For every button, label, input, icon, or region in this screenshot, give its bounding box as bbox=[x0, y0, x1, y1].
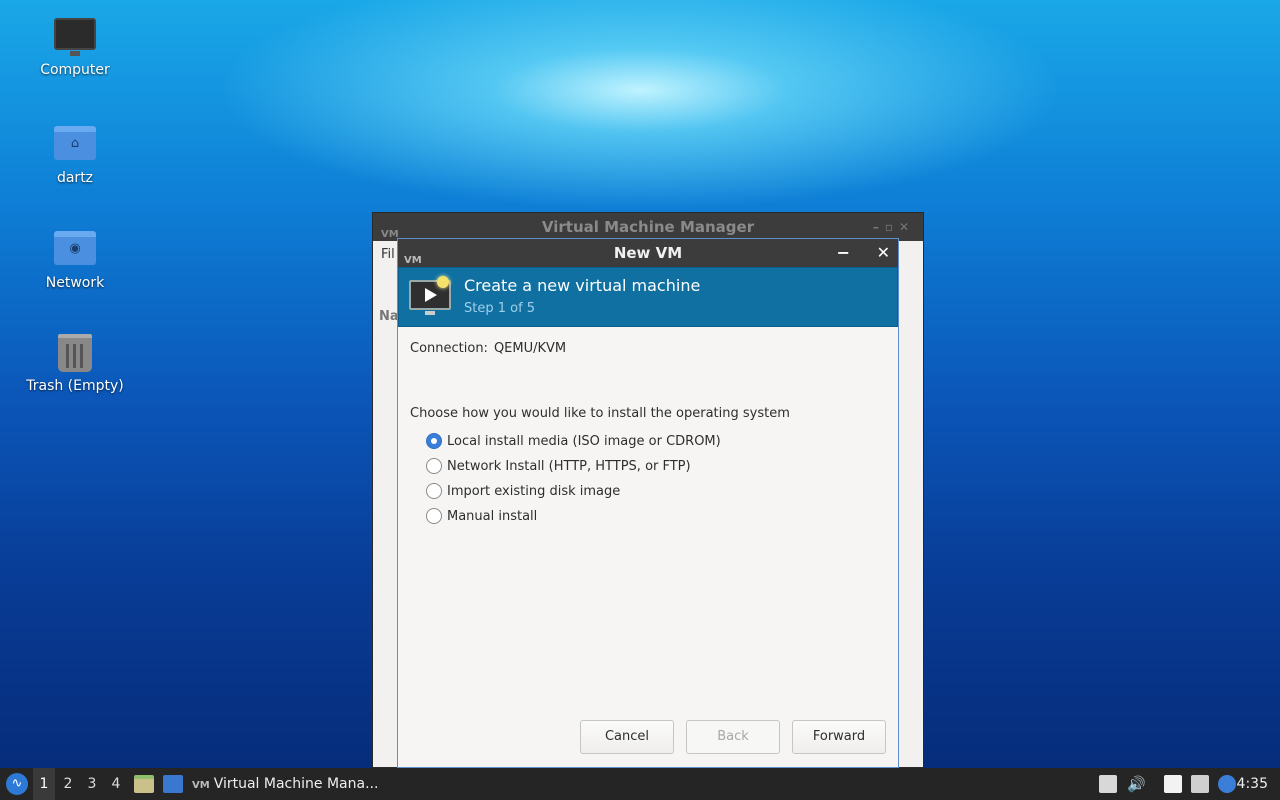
radio-button-selected[interactable] bbox=[426, 433, 442, 449]
eject-icon[interactable] bbox=[1099, 775, 1117, 793]
workspace-4[interactable]: 4 bbox=[105, 768, 127, 800]
dialog-title: New VM bbox=[613, 244, 683, 262]
workspace-2[interactable]: 2 bbox=[57, 768, 79, 800]
taskbar: ∿ 1 2 3 4 VM Virtual Machine Mana... 🔊 4:… bbox=[0, 768, 1280, 800]
task-label: Virtual Machine Mana... bbox=[213, 776, 379, 792]
desktop-icon-label: dartz bbox=[56, 170, 94, 186]
connection-row: Connection: QEMU/KVM bbox=[410, 341, 566, 356]
computer-icon bbox=[54, 18, 96, 56]
vmm-title: Virtual Machine Manager bbox=[541, 218, 755, 236]
sparkle-icon bbox=[437, 276, 449, 288]
radio-button[interactable] bbox=[426, 508, 442, 524]
radio-import-disk[interactable]: Import existing disk image bbox=[426, 481, 620, 501]
back-button[interactable]: Back bbox=[686, 720, 780, 754]
new-vm-dialog: VM New VM − ✕ Create a new virtual machi… bbox=[397, 238, 899, 768]
close-icon[interactable]: ✕ bbox=[877, 239, 890, 267]
trash-icon bbox=[58, 334, 92, 372]
banner-title: Create a new virtual machine bbox=[464, 276, 701, 295]
wizard-banner: Create a new virtual machine Step 1 of 5 bbox=[398, 267, 898, 327]
desktop-icon-trash[interactable]: Trash (Empty) bbox=[20, 332, 130, 394]
radio-label: Import existing disk image bbox=[447, 483, 621, 499]
vmm-titlebar[interactable]: VM Virtual Machine Manager –▫✕ bbox=[373, 213, 923, 241]
radio-label: Network Install (HTTP, HTTPS, or FTP) bbox=[447, 458, 691, 474]
clock[interactable]: 4:35 bbox=[1237, 768, 1268, 800]
desktop-icon-label: Trash (Empty) bbox=[26, 378, 124, 394]
radio-button[interactable] bbox=[426, 458, 442, 474]
radio-manual-install[interactable]: Manual install bbox=[426, 506, 537, 526]
network-icon[interactable] bbox=[1191, 775, 1209, 793]
network-folder-icon: ◉ bbox=[54, 231, 96, 265]
desktop-icon-label: Network bbox=[45, 275, 105, 291]
minimize-icon[interactable]: − bbox=[837, 239, 850, 267]
desktop-icon-network[interactable]: ◉ Network bbox=[20, 227, 130, 291]
desktop-icon-home[interactable]: ⌂ dartz bbox=[20, 122, 130, 186]
volume-icon[interactable]: 🔊 bbox=[1127, 775, 1146, 793]
radio-label: Manual install bbox=[447, 508, 538, 524]
start-menu-icon[interactable]: ∿ bbox=[6, 773, 28, 795]
install-method-label: Choose how you would like to install the… bbox=[410, 406, 790, 421]
file-manager-icon[interactable] bbox=[134, 775, 154, 793]
desktop-icon-label: Computer bbox=[40, 62, 110, 78]
home-folder-icon: ⌂ bbox=[54, 126, 96, 160]
taskbar-task-vmm[interactable]: VM Virtual Machine Mana... bbox=[192, 768, 378, 800]
window-controls-icon[interactable]: –▫✕ bbox=[873, 213, 915, 241]
workspace-1[interactable]: 1 bbox=[33, 768, 55, 800]
show-desktop-icon[interactable] bbox=[163, 775, 183, 793]
vm-logo-icon: VM bbox=[192, 780, 210, 791]
desktop-icon-computer[interactable]: Computer bbox=[20, 18, 130, 78]
connection-value: QEMU/KVM bbox=[493, 341, 567, 356]
banner-step: Step 1 of 5 bbox=[464, 301, 536, 316]
radio-button[interactable] bbox=[426, 483, 442, 499]
workspace-3[interactable]: 3 bbox=[81, 768, 103, 800]
notification-icon[interactable] bbox=[1218, 775, 1236, 793]
connection-label: Connection: bbox=[410, 341, 488, 356]
radio-label: Local install media (ISO image or CDROM) bbox=[447, 433, 721, 449]
menu-file[interactable]: Fil bbox=[381, 247, 395, 262]
forward-button[interactable]: Forward bbox=[792, 720, 886, 754]
dialog-titlebar[interactable]: VM New VM − ✕ bbox=[398, 239, 898, 267]
radio-local-install[interactable]: Local install media (ISO image or CDROM) bbox=[426, 431, 721, 451]
cancel-button[interactable]: Cancel bbox=[580, 720, 674, 754]
radio-network-install[interactable]: Network Install (HTTP, HTTPS, or FTP) bbox=[426, 456, 691, 476]
clipboard-icon[interactable] bbox=[1164, 775, 1182, 793]
